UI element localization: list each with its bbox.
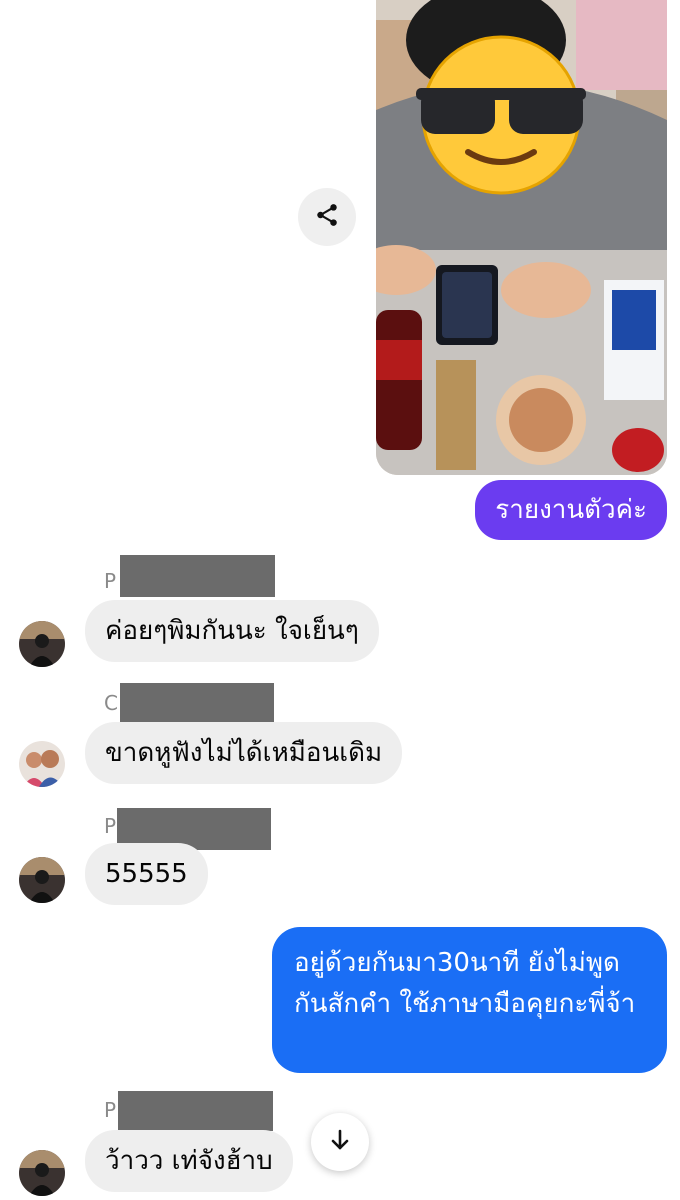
incoming-message-bubble[interactable]: ค่อยๆพิมกันนะ ใจเย็นๆ — [85, 600, 379, 662]
share-button[interactable] — [298, 188, 356, 246]
redacted-sender-name — [120, 555, 275, 597]
avatar[interactable] — [19, 1150, 65, 1196]
share-icon — [314, 202, 340, 232]
shared-photo[interactable] — [376, 0, 667, 475]
sender-name: C — [104, 691, 118, 715]
outgoing-message-bubble[interactable]: อยู่ด้วยกันมา30นาที ยังไม่พูดกันสักคำ ใช… — [272, 927, 667, 1073]
redacted-sender-name — [120, 683, 274, 723]
sender-name: P — [104, 814, 117, 838]
outgoing-message-bubble[interactable]: รายงานตัวค่ะ — [475, 480, 667, 540]
incoming-message-bubble[interactable]: 55555 — [85, 843, 208, 905]
sender-name: P — [104, 569, 117, 593]
avatar[interactable] — [19, 857, 65, 903]
incoming-message-bubble[interactable]: ว้าวว เท่จังฮ้าบ — [85, 1130, 293, 1192]
avatar[interactable] — [19, 741, 65, 787]
redacted-sender-name — [118, 1091, 273, 1131]
arrow-down-icon — [328, 1128, 352, 1156]
scroll-to-bottom-button[interactable] — [311, 1113, 369, 1171]
sender-name: P — [104, 1098, 117, 1122]
incoming-message-bubble[interactable]: ขาดหูฟังไม่ได้เหมือนเดิม — [85, 722, 403, 784]
photo-illustration — [376, 0, 667, 475]
avatar[interactable] — [19, 621, 65, 667]
